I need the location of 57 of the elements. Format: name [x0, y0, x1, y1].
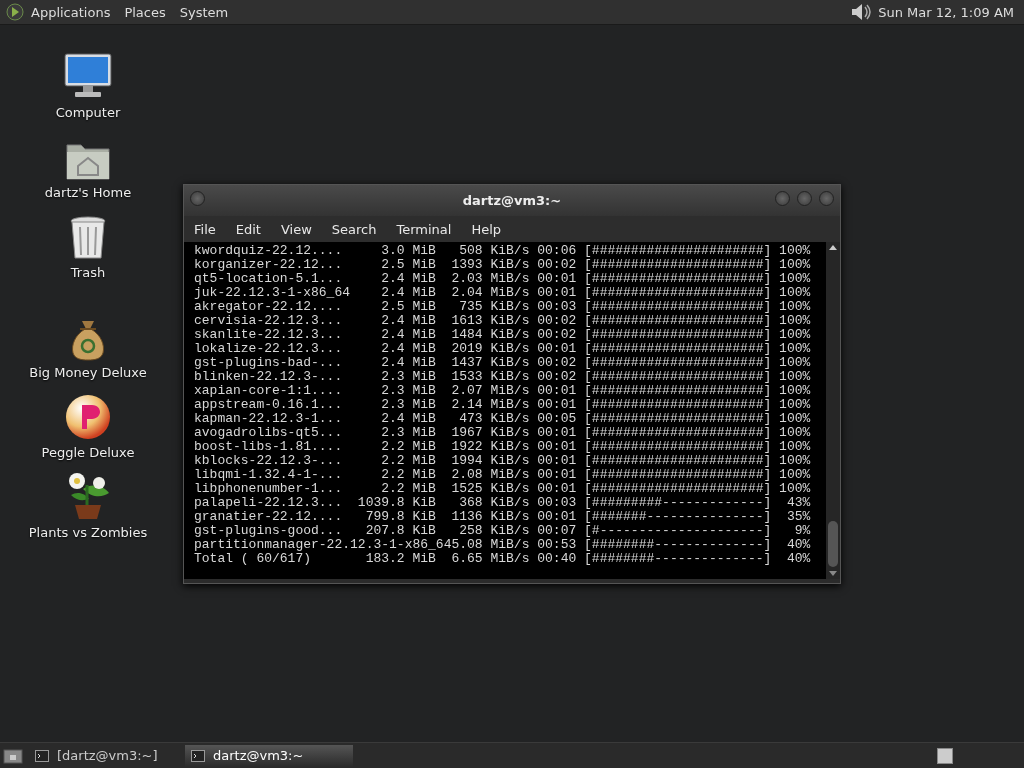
terminal-line: blinken-22.12.3-... 2.3 MiB 1533 KiB/s 00:02 [######################] 100%	[194, 370, 812, 384]
menu-item[interactable]: Help	[464, 221, 509, 237]
close-button[interactable]	[819, 191, 834, 206]
terminal-line: avogadrolibs-qt5... 2.3 MiB 1967 KiB/s 00:01 [######################] 100%	[194, 426, 812, 440]
menu-item[interactable]: Terminal	[389, 221, 459, 237]
clock[interactable]: Sun Mar 12, 1:09 AM	[872, 4, 1018, 20]
terminal-line: kwordquiz-22.12.... 3.0 MiB 508 KiB/s 00:06 [######################] 100%	[194, 244, 812, 258]
desktop-icon-label[interactable]: Peggle Deluxe	[41, 445, 135, 460]
terminal-line: granatier-22.12.... 799.8 KiB 1136 KiB/s 00:01 [#######---------------] 35%	[194, 510, 812, 524]
menu-item[interactable]: Search	[324, 221, 384, 237]
window-menu-button[interactable]	[190, 191, 205, 206]
trash-can-icon	[68, 215, 108, 261]
terminal-line: libphonenumber-1... 2.2 MiB 1525 KiB/s 00:01 [######################] 100%	[194, 482, 812, 496]
terminal-line: Total ( 60/617) 183.2 MiB 6.65 MiB/s 00:40 [########--------------] 40%	[194, 552, 812, 566]
terminal-line: libqmi-1.32.4-1-... 2.2 MiB 2.08 MiB/s 00:01 [######################] 100%	[194, 468, 812, 482]
terminal-line: appstream-0.16.1... 2.3 MiB 2.14 MiB/s 00:01 [######################] 100%	[194, 398, 812, 412]
terminal-line: qt5-location-5.1... 2.4 MiB 2.03 MiB/s 00:01 [######################] 100%	[194, 272, 812, 286]
peggle-ball-icon	[64, 393, 112, 441]
desktop-icon-label[interactable]: Big Money Deluxe	[29, 365, 147, 380]
scroll-down-arrow-icon[interactable]	[829, 571, 837, 577]
desktop-icon-label[interactable]: Computer	[55, 105, 121, 120]
terminal-line: akregator-22.12.... 2.5 MiB 735 KiB/s 00:03 [######################] 100%	[194, 300, 812, 314]
terminal-line: kapman-22.12.3-1... 2.4 MiB 473 KiB/s 00:05 [######################] 100%	[194, 412, 812, 426]
terminal-icon	[191, 749, 205, 762]
maximize-button[interactable]	[797, 191, 812, 206]
desktop-icon-label[interactable]: Plants vs Zombies	[28, 525, 148, 540]
scrollbar-thumb[interactable]	[828, 521, 838, 567]
terminal-line: gst-plugins-bad-... 2.4 MiB 1437 KiB/s 00:02 [######################] 100%	[194, 356, 812, 370]
terminal-line: kblocks-22.12.3-... 2.2 MiB 1994 KiB/s 00:01 [######################] 100%	[194, 454, 812, 468]
panel-menu[interactable]: System	[172, 4, 236, 20]
workspace-switcher[interactable]	[937, 747, 953, 764]
terminal-line: palapeli-22.12.3... 1039.8 KiB 368 KiB/s 00:03 [#########-------------] 43%	[194, 496, 812, 510]
taskbar-window-button[interactable]: dartz@vm3:~	[185, 744, 353, 767]
panel-menu[interactable]: Places	[117, 4, 173, 20]
menu-item[interactable]: File	[187, 221, 223, 237]
menu-item[interactable]: View	[273, 221, 319, 237]
show-desktop-icon[interactable]	[3, 746, 23, 765]
scrollbar[interactable]	[826, 242, 840, 579]
terminal-icon	[35, 749, 49, 762]
minimize-button[interactable]	[775, 191, 790, 206]
terminal-line: xapian-core-1:1.... 2.3 MiB 2.07 MiB/s 00:01 [######################] 100%	[194, 384, 812, 398]
desktop-icon-label[interactable]: Trash	[70, 265, 106, 280]
terminal-line: cervisia-22.12.3... 2.4 MiB 1613 KiB/s 00:02 [######################] 100%	[194, 314, 812, 328]
terminal-line: partitionmanager-22.12.3-1-x86_645.08 MiB/s 00:53 [########--------------] 40%	[194, 538, 812, 552]
terminal-line: skanlite-22.12.3... 2.4 MiB 1484 KiB/s 00:02 [######################] 100%	[194, 328, 812, 342]
terminal-line: boost-libs-1.81.... 2.2 MiB 1922 KiB/s 00:01 [######################] 100%	[194, 440, 812, 454]
terminal-line: gst-plugins-good... 207.8 KiB 258 KiB/s 00:07 [#---------------------] 9%	[194, 524, 812, 538]
desktop-icon-label[interactable]: dartz's Home	[44, 185, 132, 200]
menu-item[interactable]: Edit	[228, 221, 268, 237]
terminal-line: korganizer-22.12... 2.5 MiB 1393 KiB/s 00:02 [######################] 100%	[194, 258, 812, 272]
terminal-line: lokalize-22.12.3... 2.4 MiB 2019 KiB/s 00:01 [######################] 100%	[194, 342, 812, 356]
speaker-icon[interactable]	[850, 2, 873, 22]
taskbar-window-button[interactable]: [dartz@vm3:~]	[29, 744, 179, 767]
terminal-line: juk-22.12.3-1-x86_64 2.4 MiB 2.04 MiB/s 00:01 [######################] 100%	[194, 286, 812, 300]
panel-menu[interactable]: Applications	[24, 4, 118, 20]
scroll-up-arrow-icon[interactable]	[829, 244, 837, 250]
window-title: dartz@vm3:~	[462, 193, 562, 208]
